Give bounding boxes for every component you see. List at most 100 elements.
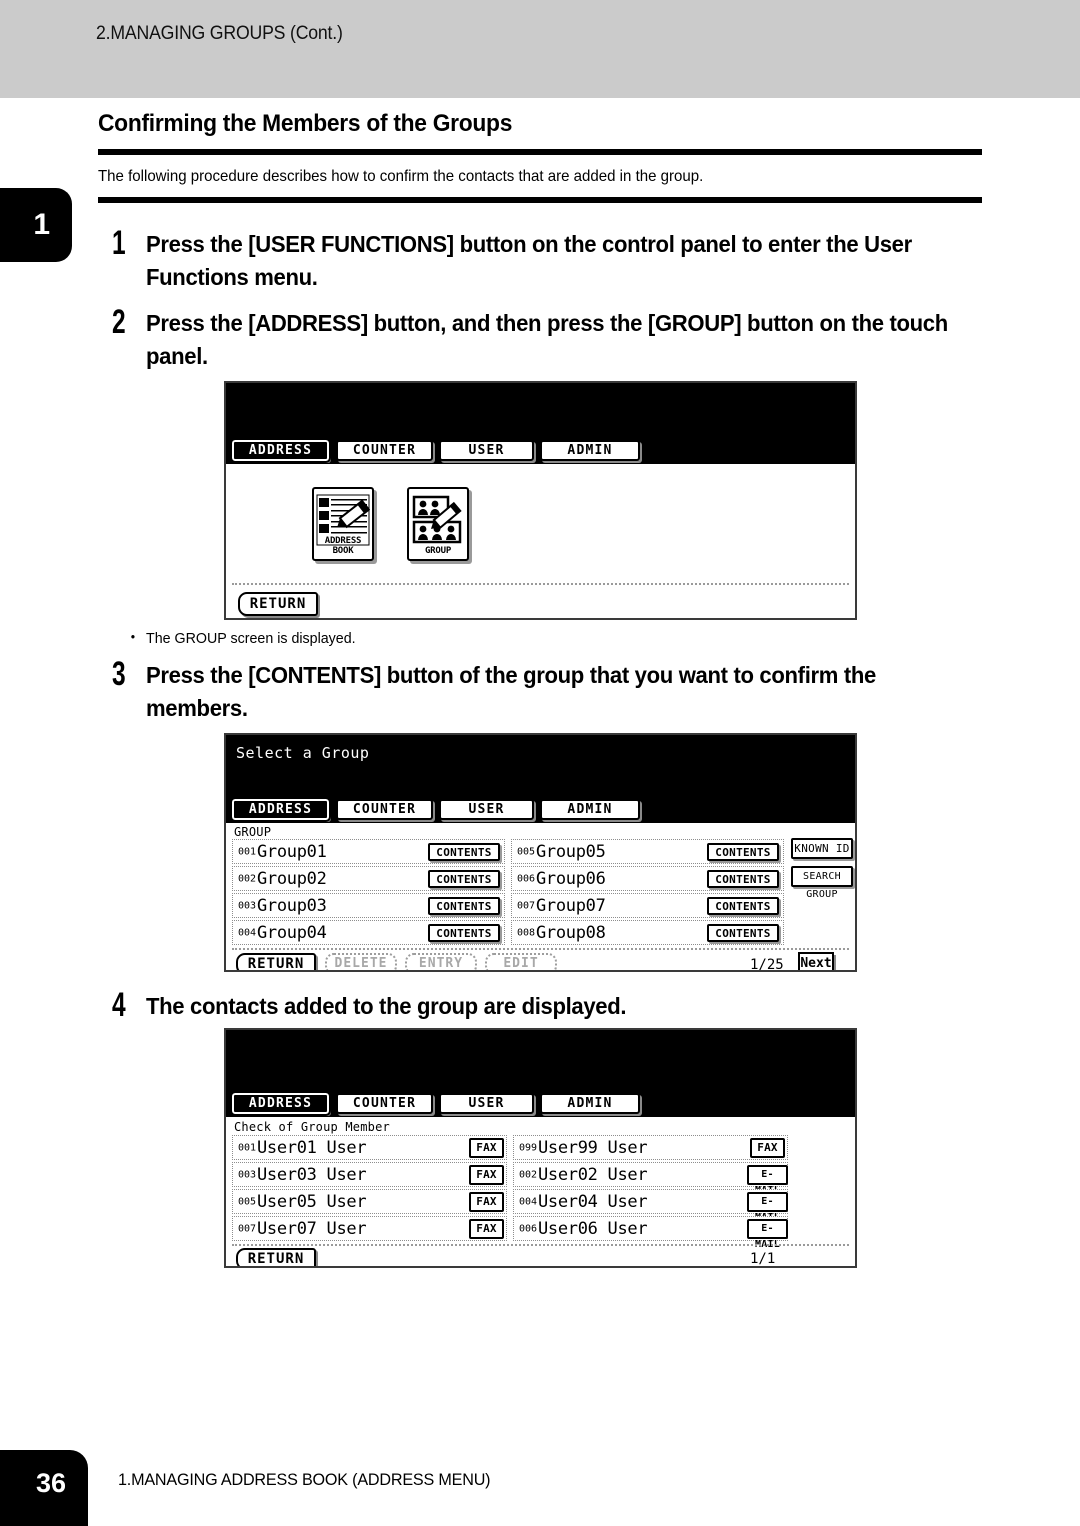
tab-strip-2: ADDRESS COUNTER USER ADMIN xyxy=(226,797,855,823)
delete-button: DELETE xyxy=(325,953,397,970)
group-index: 007 xyxy=(517,900,536,911)
group-name: Group01 xyxy=(257,841,327,862)
email-badge: E-MAIL xyxy=(747,1192,788,1223)
return-button-3[interactable]: RETURN xyxy=(236,1248,316,1266)
tab-admin[interactable]: ADMIN xyxy=(540,440,640,461)
group-index: 008 xyxy=(517,927,536,938)
contents-button[interactable]: CONTENTS xyxy=(428,870,500,888)
member-index: 006 xyxy=(519,1223,538,1234)
lcd-2-separator xyxy=(232,948,849,950)
group-name: Group07 xyxy=(536,895,606,916)
list-item[interactable]: 005 User05 User xyxy=(232,1189,507,1214)
return-button-2[interactable]: RETURN xyxy=(236,953,316,970)
lcd-2-title: Select a Group xyxy=(236,744,370,762)
return-button-1[interactable]: RETURN xyxy=(238,592,318,616)
step-4-number: 4 xyxy=(112,986,126,1024)
member-index: 007 xyxy=(238,1223,257,1234)
list-item[interactable]: 007 User07 User xyxy=(232,1216,507,1241)
section-intro: The following procedure describes how to… xyxy=(98,168,704,185)
tab-user-3[interactable]: USER xyxy=(439,1093,534,1114)
note-group-screen-displayed: The GROUP screen is displayed. xyxy=(131,629,356,647)
page-indicator-3: 1/1 xyxy=(750,1251,776,1267)
member-index: 099 xyxy=(519,1142,538,1153)
address-book-button-label: ADDRESS BOOK xyxy=(324,536,362,556)
address-book-button[interactable]: ADDRESS BOOK xyxy=(312,487,374,561)
next-page-button[interactable]: Next xyxy=(798,952,834,970)
list-item[interactable]: 099 User99 User xyxy=(513,1135,788,1160)
page-indicator-2: 1/25 xyxy=(750,957,784,972)
contents-button[interactable]: CONTENTS xyxy=(707,924,779,942)
tab-admin-2[interactable]: ADMIN xyxy=(540,799,640,820)
lcd-body-3: Check of Group Member 001 User01 User FA… xyxy=(226,1117,855,1267)
member-name: User01 User xyxy=(257,1137,367,1158)
email-badge: E-MAIL xyxy=(747,1219,788,1250)
lcd-title-bar xyxy=(226,383,855,438)
member-index: 003 xyxy=(238,1169,257,1180)
member-name: User05 User xyxy=(257,1191,367,1212)
step-2-text: Press the [ADDRESS] button, and then pre… xyxy=(146,310,948,369)
page-title: Confirming the Members of the Groups xyxy=(98,110,513,137)
tab-address-3[interactable]: ADDRESS xyxy=(230,1091,331,1116)
group-name: Group08 xyxy=(536,922,606,943)
tab-counter-2[interactable]: COUNTER xyxy=(336,799,433,820)
group-index: 003 xyxy=(238,900,257,911)
known-id-button[interactable]: KNOWN ID xyxy=(791,838,853,859)
tab-counter[interactable]: COUNTER xyxy=(336,440,433,461)
group-index: 001 xyxy=(238,846,257,857)
contents-button[interactable]: CONTENTS xyxy=(428,924,500,942)
contents-button[interactable]: CONTENTS xyxy=(428,843,500,861)
lcd-title-bar-2: Select a Group xyxy=(226,735,855,797)
group-name: Group03 xyxy=(257,895,327,916)
group-name: Group02 xyxy=(257,868,327,889)
chapter-tab-number: 1 xyxy=(33,208,50,241)
tab-strip-1: ADDRESS COUNTER USER ADMIN xyxy=(226,438,855,464)
running-head: 2.MANAGING GROUPS (Cont.) xyxy=(96,23,343,44)
group-name: Group04 xyxy=(257,922,327,943)
list-item[interactable]: 003 User03 User xyxy=(232,1162,507,1187)
contents-button[interactable]: CONTENTS xyxy=(707,843,779,861)
contents-button[interactable]: CONTENTS xyxy=(707,870,779,888)
fax-badge: FAX xyxy=(469,1165,504,1185)
fax-badge: FAX xyxy=(469,1219,504,1239)
group-button-label: GROUP xyxy=(424,546,452,556)
step-3-text: Press the [CONTENTS] button of the group… xyxy=(146,662,876,721)
lcd-title-bar-3 xyxy=(226,1030,855,1091)
step-3-number: 3 xyxy=(112,655,126,693)
lcd-3-separator xyxy=(232,1244,849,1246)
tab-counter-3[interactable]: COUNTER xyxy=(336,1093,433,1114)
tab-strip-3: ADDRESS COUNTER USER ADMIN xyxy=(226,1091,855,1117)
step-1-number: 1 xyxy=(112,224,126,262)
group-button[interactable]: GROUP xyxy=(407,487,469,561)
group-index: 004 xyxy=(238,927,257,938)
step-4-text: The contacts added to the group are disp… xyxy=(146,993,627,1019)
divider-top xyxy=(98,149,982,155)
entry-button: ENTRY xyxy=(405,953,477,970)
member-name: User04 User xyxy=(538,1191,648,1212)
tab-address[interactable]: ADDRESS xyxy=(230,438,331,463)
group-people-icon xyxy=(411,494,465,550)
lcd-screenshot-address-menu: ADDRESS COUNTER USER ADMIN ADDRESS BOOK … xyxy=(224,381,857,620)
footer-page-tab: 36 xyxy=(0,1450,88,1526)
tab-user[interactable]: USER xyxy=(439,440,534,461)
contents-button[interactable]: CONTENTS xyxy=(428,897,500,915)
member-index: 001 xyxy=(238,1142,257,1153)
lcd-body-1: ADDRESS BOOK GROUP RETURN xyxy=(226,464,855,618)
member-name: User06 User xyxy=(538,1218,648,1239)
contents-button[interactable]: CONTENTS xyxy=(707,897,779,915)
divider-bottom xyxy=(98,197,982,203)
search-group-button[interactable]: SEARCH GROUP xyxy=(791,866,853,900)
fax-badge: FAX xyxy=(750,1138,785,1158)
fax-badge: FAX xyxy=(469,1192,504,1212)
member-name: User07 User xyxy=(257,1218,367,1239)
group-index: 006 xyxy=(517,873,536,884)
group-index: 005 xyxy=(517,846,536,857)
member-index: 004 xyxy=(519,1196,538,1207)
member-index: 002 xyxy=(519,1169,538,1180)
tab-user-2[interactable]: USER xyxy=(439,799,534,820)
page-number: 36 xyxy=(35,1468,66,1498)
tab-admin-3[interactable]: ADMIN xyxy=(540,1093,640,1114)
tab-address-2[interactable]: ADDRESS xyxy=(230,797,331,822)
list-item[interactable]: 001 User01 User xyxy=(232,1135,507,1160)
group-name: Group06 xyxy=(536,868,606,889)
lcd-1-separator xyxy=(232,583,849,585)
